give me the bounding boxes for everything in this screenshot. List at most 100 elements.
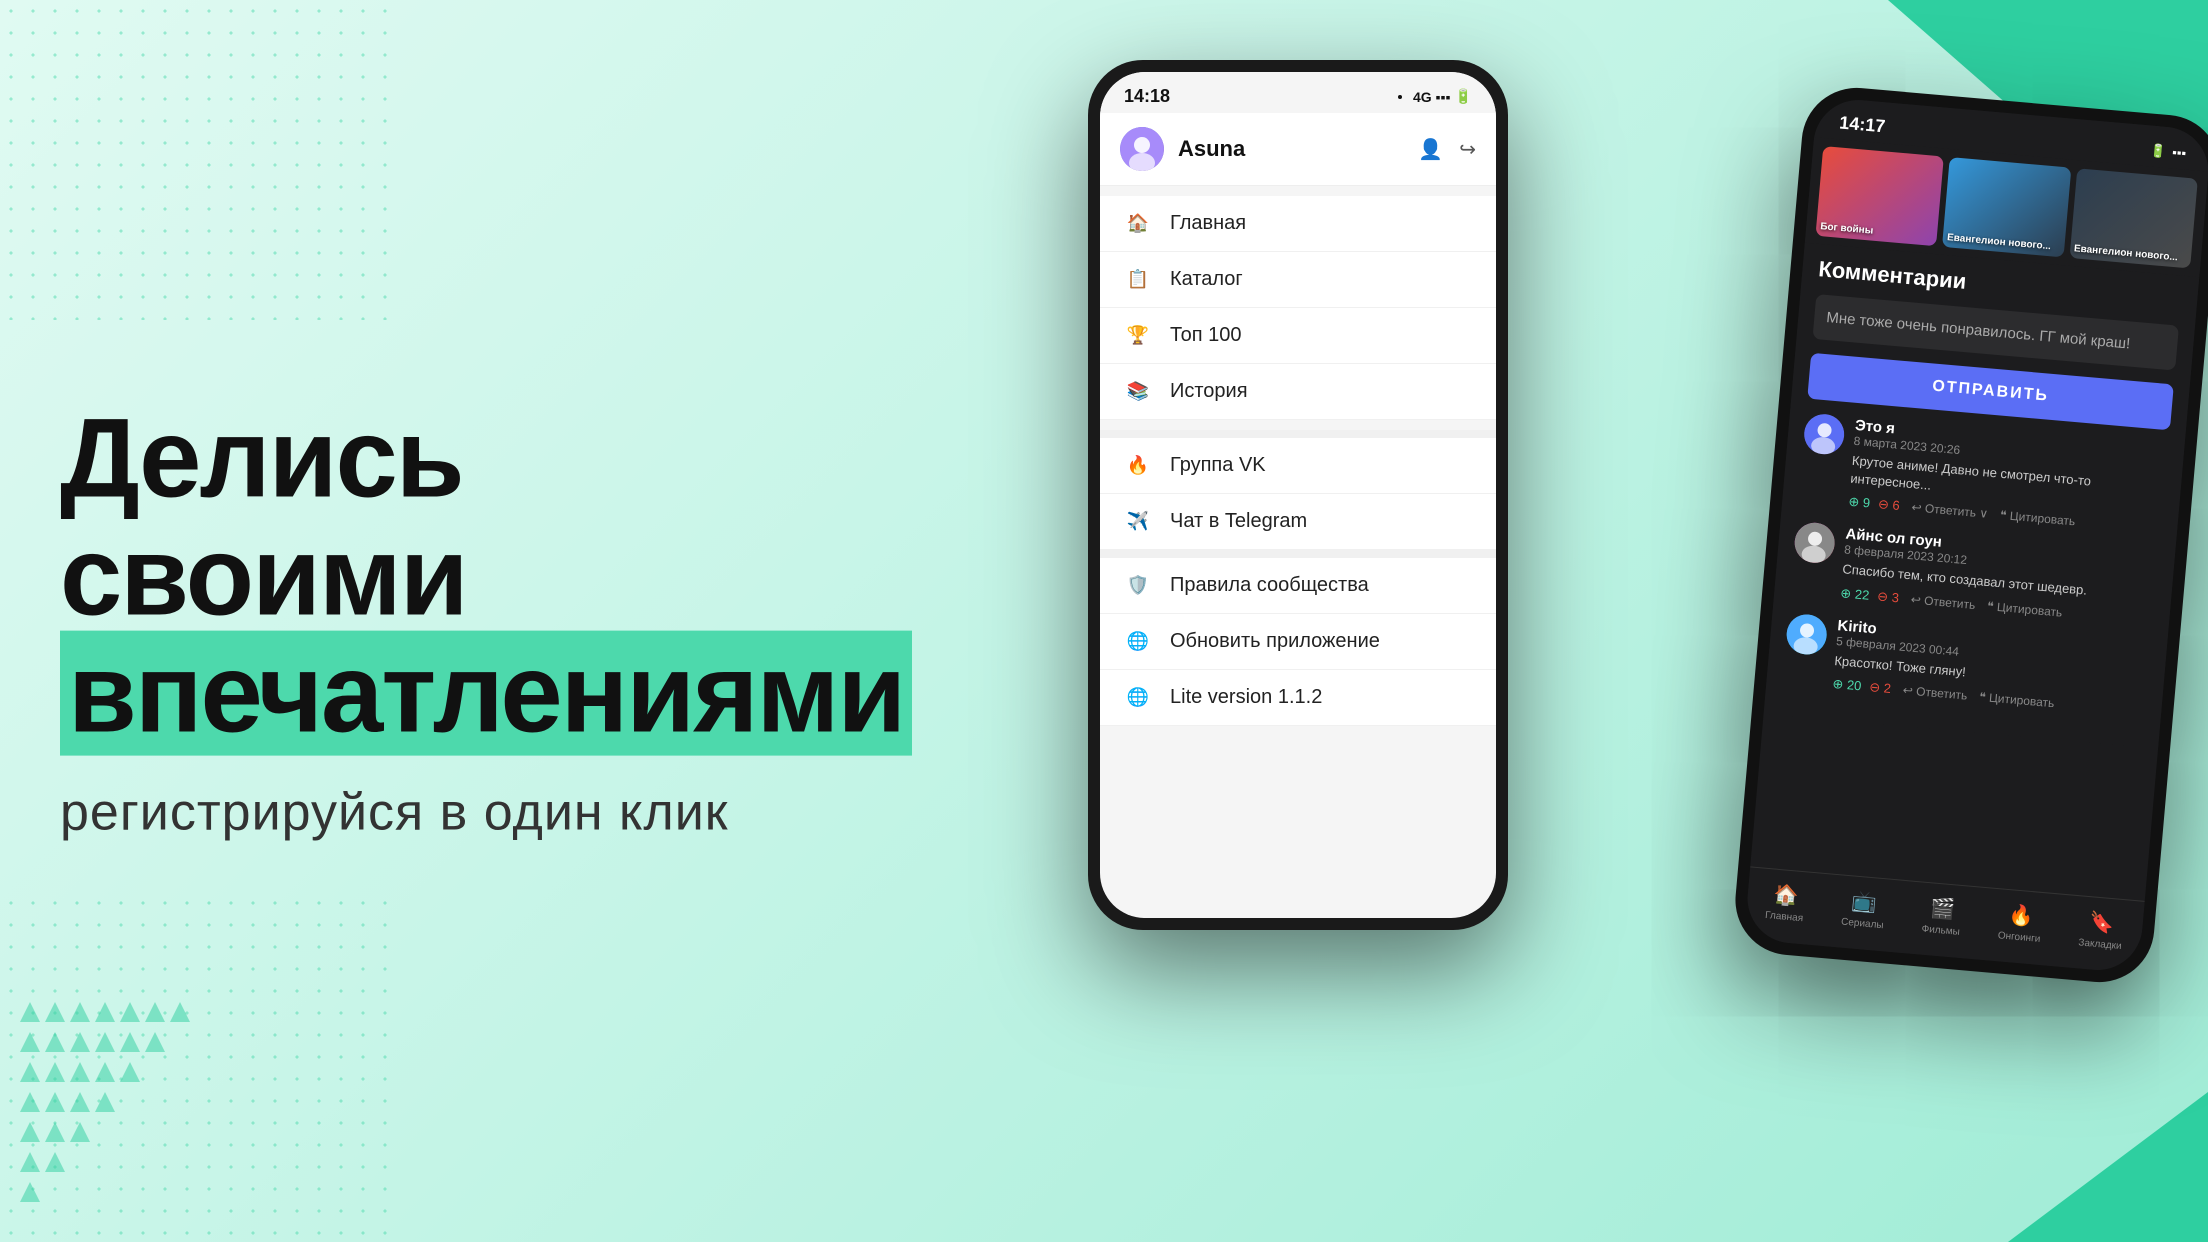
menu-username: Asuna xyxy=(1178,136,1245,162)
downvote-count[interactable]: ⊖ 6 xyxy=(1877,497,1900,515)
nav-ongoing-icon: 🔥 xyxy=(2007,902,2034,929)
catalog-icon: 📋 xyxy=(1124,269,1152,290)
menu-label-rules: Правила сообщества xyxy=(1170,574,1369,597)
nav-films-label: Фильмы xyxy=(1921,924,1960,938)
fire-icon: 🔥 xyxy=(1124,455,1152,476)
comments-section: Комментарии Мне тоже очень понравилось. … xyxy=(1764,243,2200,748)
comment-3-votes: ⊕ 20 ⊖ 2 xyxy=(1832,676,1892,697)
phone2-time: 14:17 xyxy=(1838,112,1886,137)
menu-items-list: 🏠 Главная 📋 Каталог 🏆 Топ 100 📚 История xyxy=(1100,186,1496,430)
social-items: 🔥 Группа VK ✈️ Чат в Telegram xyxy=(1100,438,1496,550)
downvote-count-2[interactable]: ⊖ 3 xyxy=(1877,588,1900,606)
triangle-decorations xyxy=(20,1002,300,1222)
main-title: Делись своими впечатлениями xyxy=(60,400,780,753)
thumbnail-1[interactable]: Бог войны xyxy=(1815,146,1944,246)
logout-icon[interactable]: ↪ xyxy=(1459,137,1476,162)
phone1-time: 14:18 xyxy=(1124,86,1170,107)
quote-link-3[interactable]: ❝ Цитировать xyxy=(1979,690,2055,711)
home-icon: 🏠 xyxy=(1124,213,1152,234)
phone-1-screen: 14:18 4G ▪▪▪ 🔋 xyxy=(1100,72,1496,918)
upvote-count-3[interactable]: ⊕ 20 xyxy=(1832,676,1862,694)
avatar xyxy=(1120,127,1164,171)
nav-ongoing-label: Онгоинги xyxy=(1997,930,2040,945)
reply-link[interactable]: ↩ Ответить ∨ xyxy=(1911,501,1989,522)
nav-films[interactable]: 🎬 Фильмы xyxy=(1921,895,1963,938)
bottom-nav: 🏠 Главная 📺 Сериалы 🎬 Фильмы 🔥 Онгоинги … xyxy=(1744,866,2145,973)
menu-item-history[interactable]: 📚 История xyxy=(1100,364,1496,420)
phones-container: 14:18 4G ▪▪▪ 🔋 xyxy=(1008,40,2208,1200)
comment-2-body: Айнс ол гоун 8 февраля 2023 20:12 Спасиб… xyxy=(1840,526,2159,628)
menu-header-left: Asuna xyxy=(1120,127,1245,171)
reply-link-3[interactable]: ↩ Ответить xyxy=(1902,683,1968,703)
menu-item-rules[interactable]: 🛡️ Правила сообщества xyxy=(1100,558,1496,614)
thumbnail-3[interactable]: Евангелион нового... xyxy=(2069,168,2198,268)
trophy-icon: 🏆 xyxy=(1124,325,1152,346)
comment-3: Kirito 5 февраля 2023 00:44 Красотко! То… xyxy=(1782,612,2151,719)
title-line1: Делись своими xyxy=(60,396,467,639)
nav-ongoing[interactable]: 🔥 Онгоинги xyxy=(1997,901,2043,945)
phone-1-device: 14:18 4G ▪▪▪ 🔋 xyxy=(1088,60,1508,930)
comment-1-body: Это я 8 марта 2023 20:26 Крутое аниме! Д… xyxy=(1848,417,2169,537)
nav-serials[interactable]: 📺 Сериалы xyxy=(1841,888,1887,932)
comment-input-text: Мне тоже очень понравилось. ГГ мой краш! xyxy=(1825,307,2166,358)
telegram-icon: ✈️ xyxy=(1124,511,1152,532)
comment-3-body: Kirito 5 февраля 2023 00:44 Красотко! То… xyxy=(1832,617,2151,719)
menu-item-lite[interactable]: 🌐 Lite version 1.1.2 xyxy=(1100,670,1496,726)
menu-header: Asuna 👤 ↪ xyxy=(1100,113,1496,186)
quote-link[interactable]: ❝ Цитировать xyxy=(1999,508,2075,529)
menu-label-telegram: Чат в Telegram xyxy=(1170,510,1307,533)
menu-item-vk[interactable]: 🔥 Группа VK xyxy=(1100,438,1496,494)
nav-home[interactable]: 🏠 Главная xyxy=(1765,881,1806,924)
nav-serials-icon: 📺 xyxy=(1851,888,1878,915)
phone1-status-icons: 4G ▪▪▪ 🔋 xyxy=(1391,88,1472,105)
quote-link-2[interactable]: ❝ Цитировать xyxy=(1987,599,2063,620)
lite-icon: 🌐 xyxy=(1124,687,1152,708)
shield-icon: 🛡️ xyxy=(1124,575,1152,596)
phone-2-device: 14:17 🔋 ▪▪▪ Бог войны Евангелион нового.… xyxy=(1731,83,2208,986)
nav-bookmarks-label: Закладки xyxy=(2078,937,2122,952)
title-line2-highlighted: впечатлениями xyxy=(60,631,912,756)
thumbnail-2[interactable]: Евангелион нового... xyxy=(1942,157,2071,257)
menu-item-home[interactable]: 🏠 Главная xyxy=(1100,196,1496,252)
comment-1: Это я 8 марта 2023 20:26 Крутое аниме! Д… xyxy=(1798,413,2169,538)
menu-item-update[interactable]: 🌐 Обновить приложение xyxy=(1100,614,1496,670)
profile-icon[interactable]: 👤 xyxy=(1418,137,1443,162)
phone2-status-icons: 🔋 ▪▪▪ xyxy=(2149,142,2186,161)
nav-serials-label: Сериалы xyxy=(1841,917,1884,932)
dots-pattern-top xyxy=(0,0,400,320)
menu-divider xyxy=(1100,430,1496,438)
menu-item-telegram[interactable]: ✈️ Чат в Telegram xyxy=(1100,494,1496,550)
globe-icon: 🌐 xyxy=(1124,631,1152,652)
comment-2-votes: ⊕ 22 ⊖ 3 xyxy=(1840,585,1900,606)
comment-1-votes: ⊕ 9 ⊖ 6 xyxy=(1848,494,1901,514)
thumbnail-1-label: Бог войны xyxy=(1820,221,1874,237)
comment-3-avatar xyxy=(1785,612,1828,655)
downvote-count-3[interactable]: ⊖ 2 xyxy=(1869,679,1892,697)
comment-1-avatar xyxy=(1803,413,1846,456)
comment-2: Айнс ол гоун 8 февраля 2023 20:12 Спасиб… xyxy=(1790,522,2159,629)
nav-films-icon: 🎬 xyxy=(1929,895,1956,922)
nav-bookmarks-icon: 🔖 xyxy=(2088,909,2115,936)
nav-bookmarks[interactable]: 🔖 Закладки xyxy=(2078,908,2125,952)
menu-item-catalog[interactable]: 📋 Каталог xyxy=(1100,252,1496,308)
menu-label-top100: Топ 100 xyxy=(1170,324,1242,347)
menu-label-catalog: Каталог xyxy=(1170,268,1243,291)
nav-home-icon: 🏠 xyxy=(1773,882,1800,909)
phone1-status-bar: 14:18 4G ▪▪▪ 🔋 xyxy=(1100,72,1496,113)
menu-item-top100[interactable]: 🏆 Топ 100 xyxy=(1100,308,1496,364)
menu-label-history: История xyxy=(1170,380,1248,403)
history-icon: 📚 xyxy=(1124,381,1152,402)
menu-divider-2 xyxy=(1100,550,1496,558)
signal-icon: ▪▪▪ xyxy=(2172,145,2187,161)
phone-2-screen: 14:17 🔋 ▪▪▪ Бог войны Евангелион нового.… xyxy=(1744,96,2208,973)
upvote-count[interactable]: ⊕ 9 xyxy=(1848,494,1871,512)
menu-label-home: Главная xyxy=(1170,212,1246,235)
menu-header-icons: 👤 ↪ xyxy=(1418,137,1476,162)
battery-icon: 🔋 xyxy=(2149,142,2167,159)
settings-items: 🛡️ Правила сообщества 🌐 Обновить приложе… xyxy=(1100,558,1496,726)
subtitle: регистрируйся в один клик xyxy=(60,782,780,842)
menu-label-vk: Группа VK xyxy=(1170,454,1266,477)
nav-home-label: Главная xyxy=(1765,910,1804,924)
upvote-count-2[interactable]: ⊕ 22 xyxy=(1840,585,1870,603)
reply-link-2[interactable]: ↩ Ответить xyxy=(1910,592,1976,612)
